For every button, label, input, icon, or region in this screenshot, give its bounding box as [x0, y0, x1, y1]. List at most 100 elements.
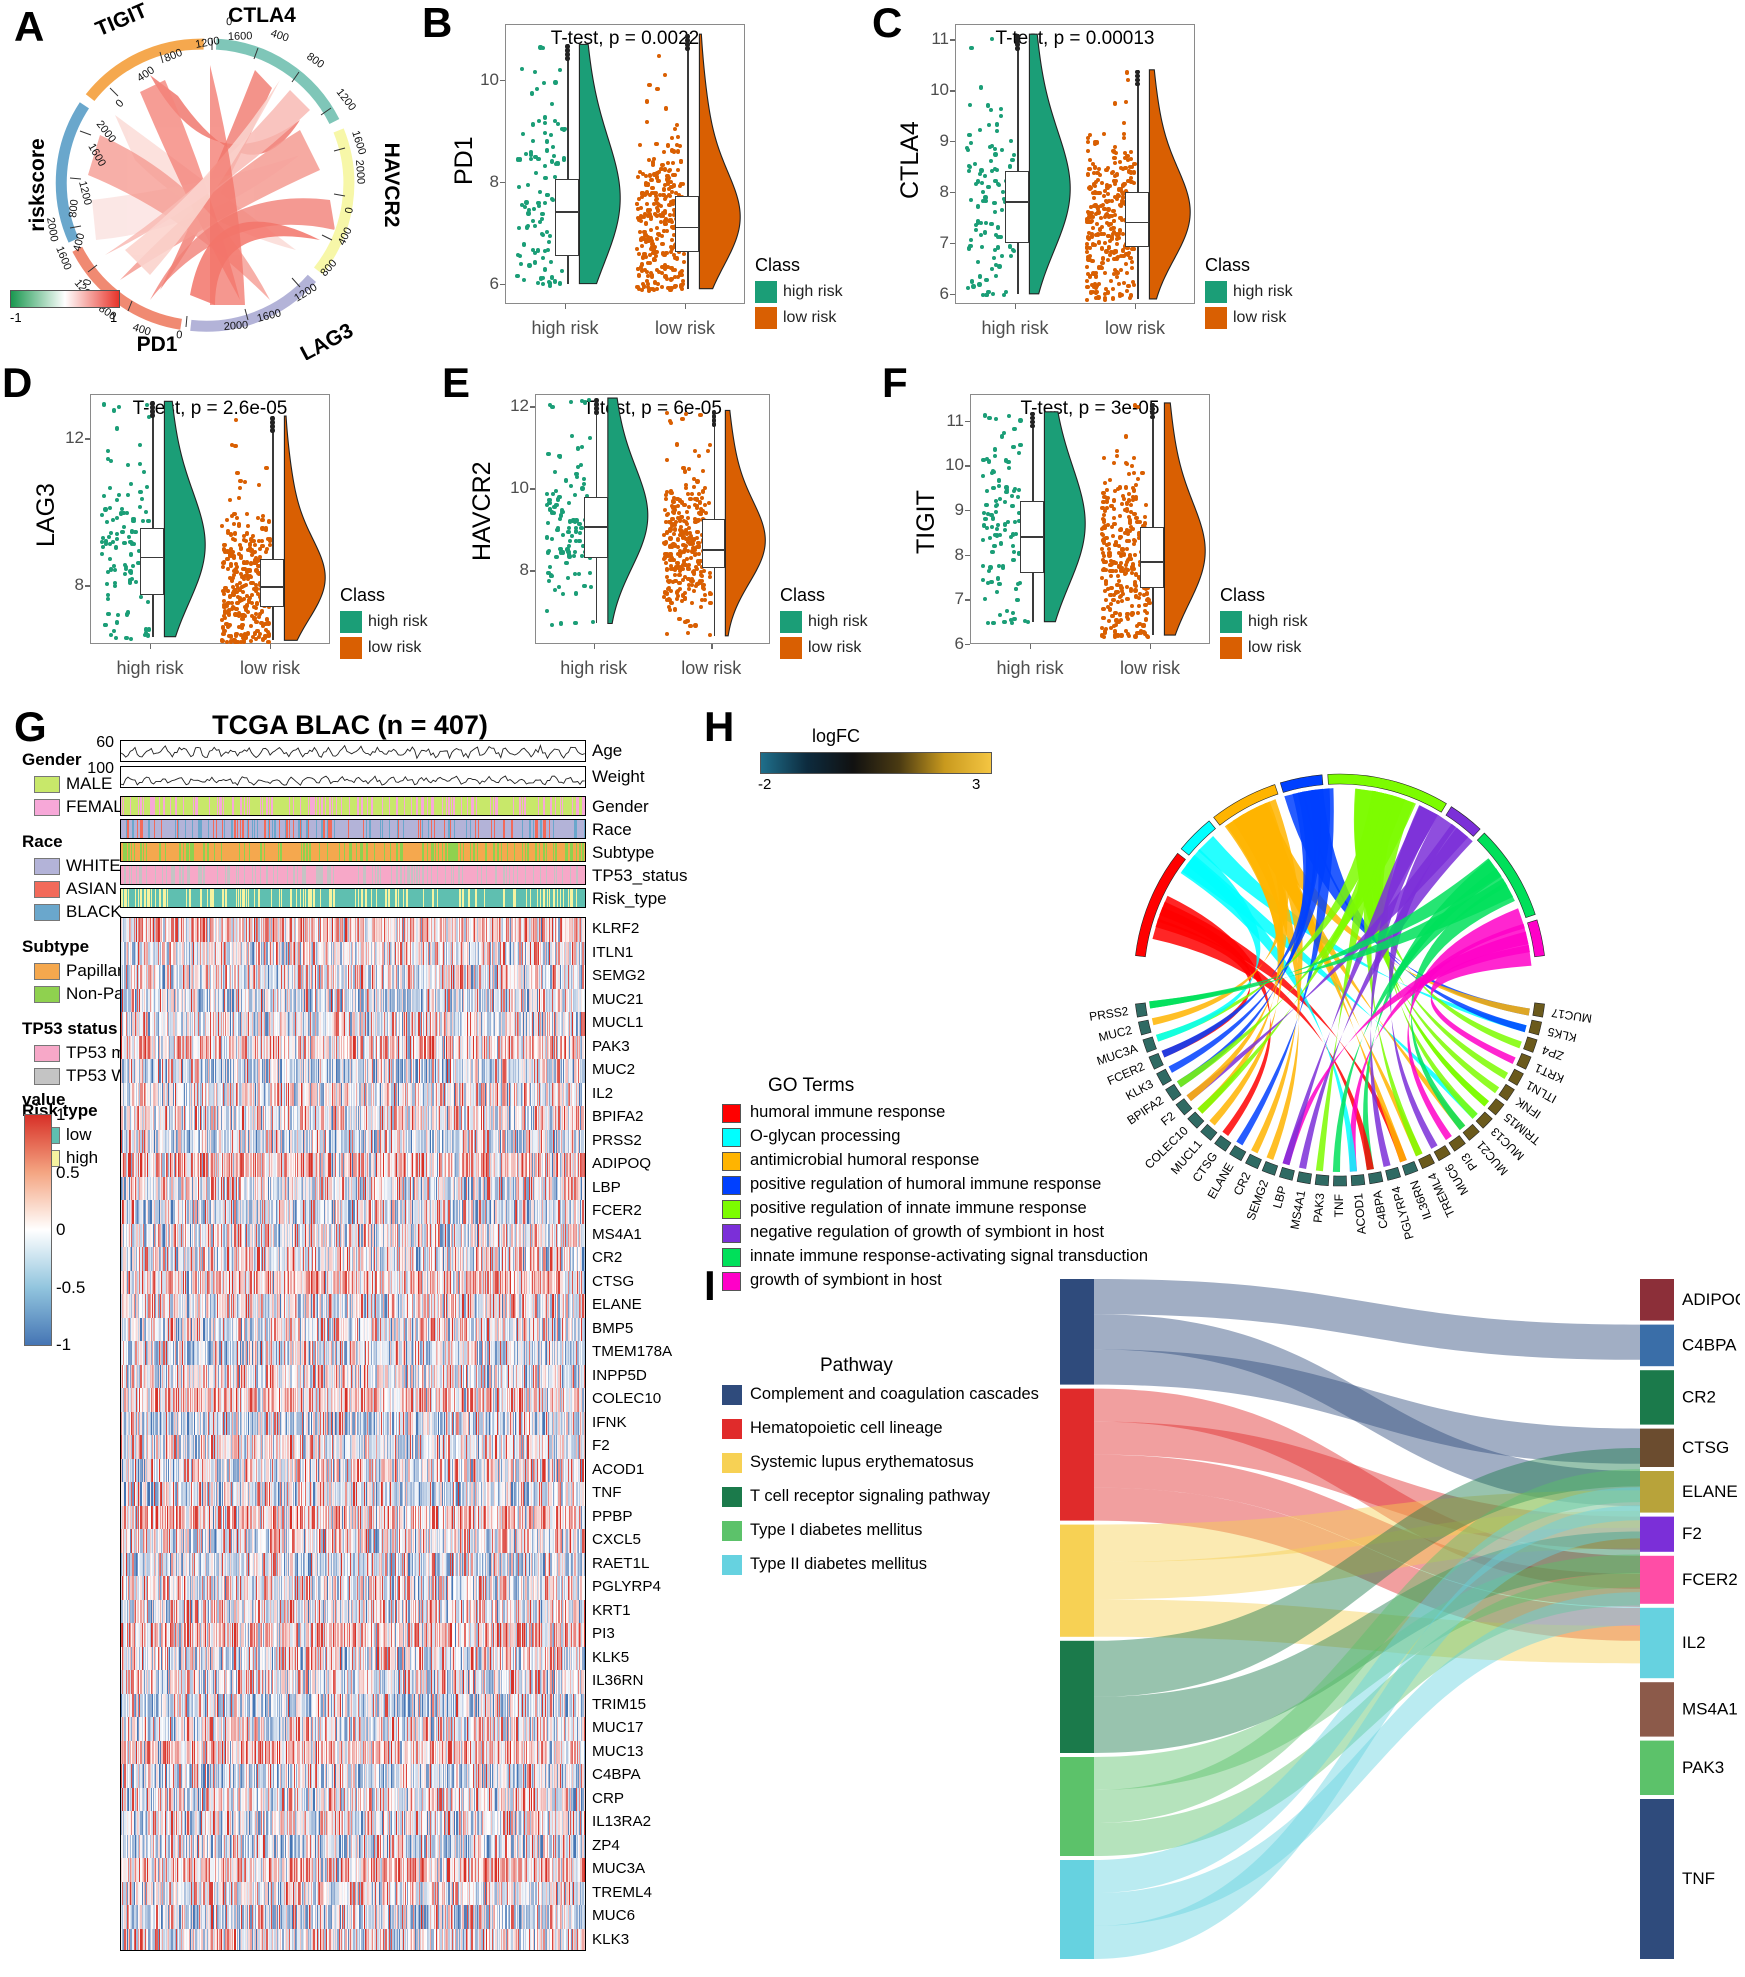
pathway-legend-swatch — [722, 1521, 742, 1541]
data-point — [974, 228, 978, 232]
data-point — [1003, 522, 1007, 526]
panel-label-f: F — [882, 362, 908, 404]
annotation-row-tp53_status — [120, 865, 586, 885]
data-point — [680, 500, 684, 504]
gene-label: IL36RN — [592, 1672, 644, 1689]
data-point — [977, 282, 981, 286]
legend-swatch-low-risk — [1205, 307, 1227, 329]
data-point — [683, 620, 687, 624]
data-point — [235, 471, 239, 475]
data-point — [663, 167, 667, 171]
data-point — [268, 537, 272, 541]
data-point — [250, 581, 254, 585]
data-point — [227, 612, 231, 616]
data-point — [533, 260, 537, 264]
y-tick-mark — [965, 555, 970, 556]
legend-swatch — [34, 776, 60, 793]
chord-gene-sector — [1143, 1037, 1157, 1052]
data-point — [1133, 553, 1137, 557]
y-tick-label: 12 — [48, 428, 84, 448]
panel-label-b: B — [422, 2, 452, 44]
data-point — [1115, 449, 1119, 453]
data-point — [981, 564, 985, 568]
data-point — [1125, 501, 1129, 505]
median-line — [675, 227, 699, 229]
data-point — [533, 224, 537, 228]
data-point — [254, 620, 258, 624]
legend-label: high risk — [1248, 613, 1308, 631]
circos-colorbar-min: -1 — [10, 310, 22, 325]
gene-label: MS4A1 — [592, 1226, 642, 1243]
data-point — [668, 288, 672, 292]
whisker-upper — [1152, 403, 1153, 527]
data-point — [1100, 181, 1104, 185]
data-point — [1125, 615, 1129, 619]
data-point — [1111, 297, 1115, 301]
data-point — [243, 480, 247, 484]
svg-text:800: 800 — [304, 51, 326, 71]
annotation-row-label: Risk_type — [592, 889, 667, 909]
data-point — [665, 411, 669, 415]
data-point — [129, 482, 133, 486]
chord-gene-sector — [1333, 1176, 1346, 1186]
data-point — [553, 175, 557, 179]
legend-swatch — [34, 881, 60, 898]
data-point — [232, 638, 236, 642]
data-point — [664, 106, 668, 110]
y-tick-mark — [950, 294, 955, 295]
data-point — [639, 219, 643, 223]
annotation-row-label: TP53_status — [592, 866, 687, 886]
data-point — [1086, 235, 1090, 239]
sankey-gene-node — [1640, 1517, 1674, 1552]
value-tick-label: -1 — [56, 1335, 71, 1355]
legend-swatch — [34, 904, 60, 921]
data-point — [991, 621, 995, 625]
data-point — [260, 609, 264, 613]
data-point — [103, 507, 107, 511]
legend-swatch-high-risk — [755, 281, 777, 303]
sankey-pathway-node — [1060, 1757, 1094, 1856]
data-point — [1116, 600, 1120, 604]
data-point — [1145, 598, 1149, 602]
annotation-track-line — [120, 740, 586, 762]
data-point — [540, 212, 544, 216]
data-point — [543, 131, 547, 135]
data-point — [708, 592, 712, 596]
panel-label-d: D — [2, 362, 32, 404]
data-point — [115, 537, 119, 541]
data-point — [1085, 245, 1089, 249]
data-point — [1109, 586, 1113, 590]
data-point — [1088, 254, 1092, 258]
data-point — [644, 221, 648, 225]
data-point — [522, 242, 526, 246]
data-point — [561, 592, 565, 596]
whisker-lower — [687, 252, 688, 289]
data-point — [646, 214, 650, 218]
data-point — [246, 577, 250, 581]
chord-gene-label: ZP4 — [1540, 1043, 1566, 1063]
data-point — [663, 222, 667, 226]
data-point — [1127, 539, 1131, 543]
chord-gene-sector — [1315, 1175, 1329, 1186]
whisker-lower — [1137, 247, 1138, 299]
chord-gene-sector — [1463, 1124, 1479, 1140]
data-point — [673, 527, 677, 531]
data-point — [646, 274, 650, 278]
data-point — [976, 179, 980, 183]
data-point — [542, 81, 546, 85]
data-point — [580, 486, 584, 490]
data-point — [655, 87, 659, 91]
data-point — [556, 122, 560, 126]
data-point — [1096, 178, 1100, 182]
data-point — [1100, 225, 1104, 229]
y-tick-mark — [500, 284, 505, 285]
data-point — [983, 413, 987, 417]
data-point — [133, 530, 137, 534]
data-point — [969, 46, 973, 50]
panel-label-i: I — [704, 1265, 716, 1307]
plot-frame — [90, 394, 330, 644]
data-point — [675, 256, 679, 260]
data-point — [1126, 284, 1130, 288]
data-point — [991, 516, 995, 520]
chord-gene-sector — [1402, 1161, 1418, 1175]
